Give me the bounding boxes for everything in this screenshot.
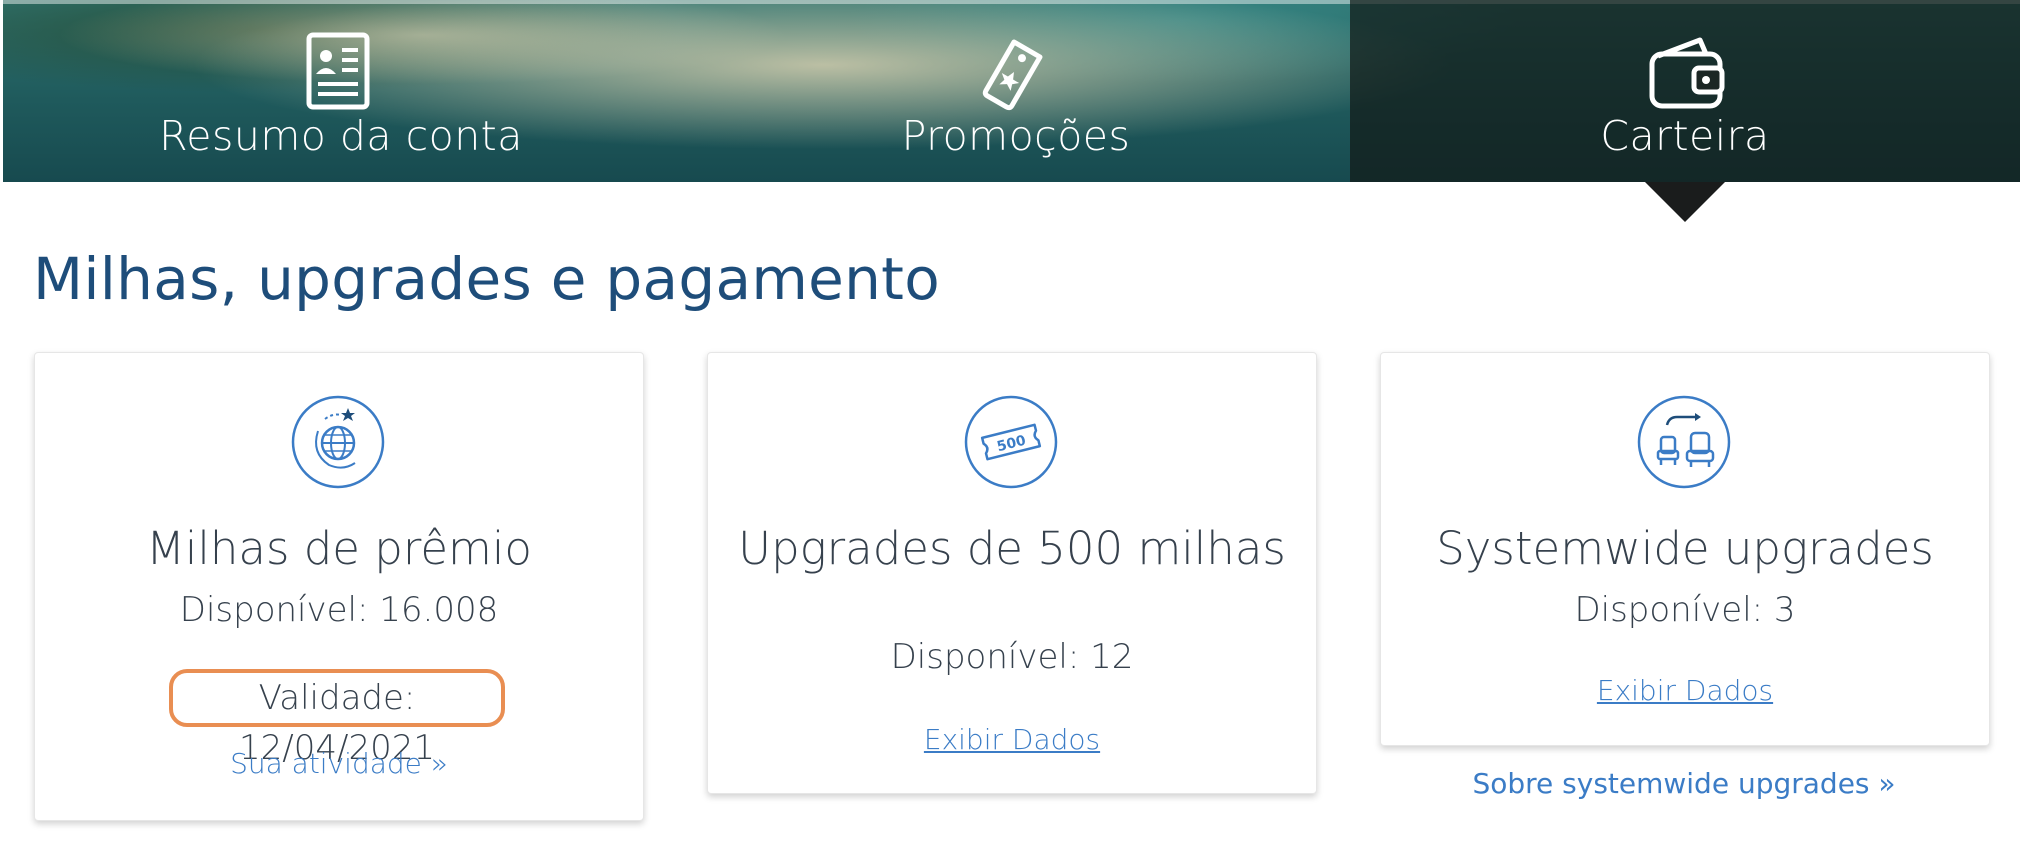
tab-wallet[interactable]: Carteira — [1350, 0, 2020, 182]
tab-label: Resumo da conta — [159, 112, 523, 160]
500-mile-upgrades-card: 500 Upgrades de 500 milhas Disponível: 1… — [707, 352, 1317, 794]
account-card-icon — [306, 32, 370, 110]
active-tab-indicator — [1645, 182, 1725, 222]
tab-banner: Resumo da conta Promoções Carteira — [3, 0, 2020, 182]
wallet-icon — [1649, 37, 1725, 109]
view-details-link[interactable]: Exibir Dados — [708, 723, 1316, 756]
globe-star-icon — [291, 395, 385, 489]
page-title: Milhas, upgrades e pagamento — [33, 245, 941, 313]
tab-promotions[interactable]: Promoções — [679, 0, 1353, 182]
card-title: Milhas de prêmio — [146, 522, 532, 575]
miles-expiration: Validade: 12/04/2021 — [169, 669, 505, 768]
card-title: Upgrades de 500 milhas — [738, 522, 1286, 575]
systemwide-upgrades-card: Systemwide upgrades Disponível: 3 Exibir… — [1380, 352, 1990, 746]
your-activity-link[interactable]: Sua atividade » — [35, 747, 643, 780]
svg-text:500: 500 — [995, 433, 1027, 456]
tab-label: Promoções — [901, 112, 1131, 160]
award-miles-card: Milhas de prêmio Disponível: 16.008 Vali… — [34, 352, 644, 821]
available-upgrades: Disponível: 12 — [890, 637, 1134, 677]
seat-upgrade-icon — [1637, 395, 1731, 489]
tab-label: Carteira — [1600, 112, 1770, 160]
tag-star-icon — [982, 39, 1043, 111]
available-miles: Disponível: 16.008 — [179, 590, 499, 630]
available-systemwide: Disponível: 3 — [1574, 590, 1796, 630]
about-systemwide-link[interactable]: Sobre systemwide upgrades » — [1380, 767, 1988, 800]
500-ticket-icon: 500 — [964, 395, 1058, 489]
card-title: Systemwide upgrades — [1436, 522, 1934, 575]
view-details-link[interactable]: Exibir Dados — [1381, 674, 1989, 707]
tab-account-summary[interactable]: Resumo da conta — [3, 0, 679, 182]
